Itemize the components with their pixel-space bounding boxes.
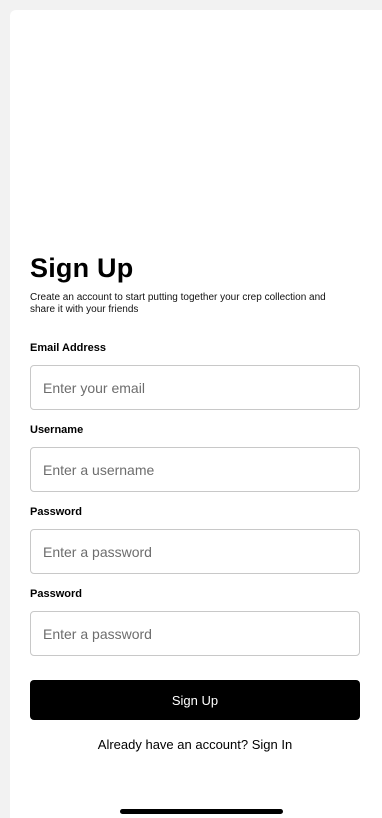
sign-in-link[interactable]: Sign In [252,737,292,752]
sign-in-prompt: Already have an account? Sign In [30,737,360,753]
email-field[interactable] [30,365,360,410]
page-subtitle: Create an account to start putting toget… [30,292,326,315]
app-screen: Sign Up Create an account to start putti… [10,10,382,818]
sign-up-button[interactable]: Sign Up [30,680,360,720]
username-field[interactable] [30,447,360,492]
password-label: Password [30,506,82,518]
email-label: Email Address [30,342,107,354]
sign-in-prompt-text: Already have an account? [97,737,249,752]
confirm-password-label: Password [30,588,82,600]
page-title: Sign Up [30,253,134,283]
username-label: Username [30,424,84,436]
signup-form-container: Sign Up Create an account to start putti… [30,252,360,753]
confirm-password-field[interactable] [30,611,360,656]
home-indicator [120,809,283,814]
password-field[interactable] [30,529,360,574]
